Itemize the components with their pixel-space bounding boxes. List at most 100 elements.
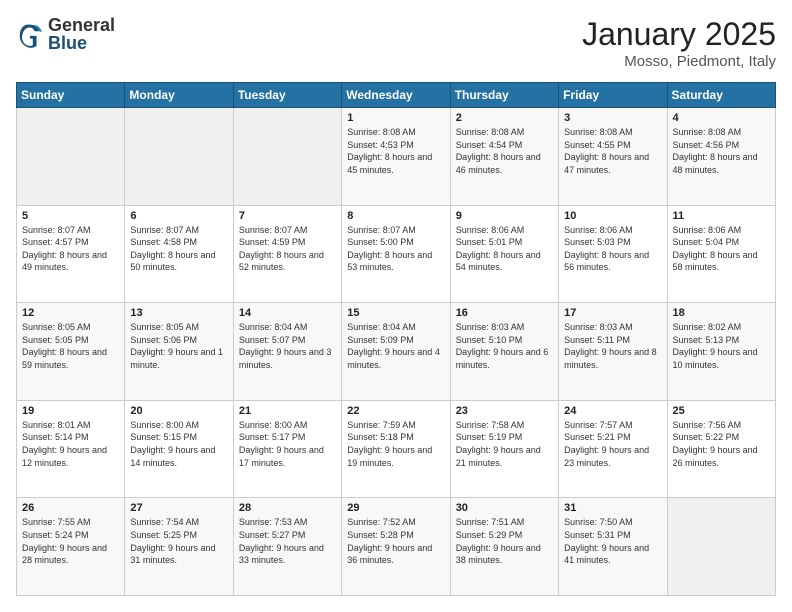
calendar-cell: 20 Sunrise: 8:00 AMSunset: 5:15 PMDayligh…	[125, 400, 233, 498]
day-info: Sunrise: 8:08 AMSunset: 4:56 PMDaylight:…	[673, 126, 770, 176]
logo-blue: Blue	[48, 34, 115, 52]
day-number: 19	[22, 405, 119, 417]
logo-icon	[16, 20, 44, 48]
day-info: Sunrise: 7:52 AMSunset: 5:28 PMDaylight:…	[347, 516, 444, 566]
calendar-cell: 13 Sunrise: 8:05 AMSunset: 5:06 PMDayligh…	[125, 303, 233, 401]
calendar-cell: 12 Sunrise: 8:05 AMSunset: 5:05 PMDayligh…	[17, 303, 125, 401]
calendar-cell: 16Sunrise: 8:03 AMSunset: 5:10 PMDayligh…	[450, 303, 558, 401]
calendar-week-row: 1 Sunrise: 8:08 AMSunset: 4:53 PMDaylight…	[17, 108, 776, 206]
day-info: Sunrise: 7:58 AMSunset: 5:19 PMDaylight:…	[456, 419, 553, 469]
day-info: Sunrise: 8:00 AMSunset: 5:15 PMDaylight:…	[130, 419, 227, 469]
calendar-cell: 23 Sunrise: 7:58 AMSunset: 5:19 PMDayligh…	[450, 400, 558, 498]
calendar-cell: 8 Sunrise: 8:07 AMSunset: 5:00 PMDaylight…	[342, 205, 450, 303]
weekday-header: Saturday	[667, 83, 775, 108]
logo: General Blue	[16, 16, 115, 52]
day-number: 26	[22, 502, 119, 514]
day-number: 12	[22, 307, 119, 319]
calendar-cell: 1 Sunrise: 8:08 AMSunset: 4:53 PMDaylight…	[342, 108, 450, 206]
calendar-cell: 17 Sunrise: 8:03 AMSunset: 5:11 PMDayligh…	[559, 303, 667, 401]
day-info: Sunrise: 8:04 AMSunset: 5:09 PMDaylight:…	[347, 321, 444, 371]
day-info: Sunrise: 8:07 AMSunset: 4:57 PMDaylight:…	[22, 224, 119, 274]
day-number: 30	[456, 502, 553, 514]
day-number: 18	[673, 307, 770, 319]
calendar: SundayMondayTuesdayWednesdayThursdayFrid…	[16, 82, 776, 596]
day-info: Sunrise: 8:06 AMSunset: 5:03 PMDaylight:…	[564, 224, 661, 274]
day-number: 1	[347, 112, 444, 124]
calendar-cell: 30Sunrise: 7:51 AMSunset: 5:29 PMDayligh…	[450, 498, 558, 596]
calendar-cell	[17, 108, 125, 206]
day-number: 10	[564, 210, 661, 222]
title-block: January 2025 Mosso, Piedmont, Italy	[582, 16, 776, 70]
calendar-cell: 18 Sunrise: 8:02 AMSunset: 5:13 PMDayligh…	[667, 303, 775, 401]
day-number: 20	[130, 405, 227, 417]
calendar-cell: 10 Sunrise: 8:06 AMSunset: 5:03 PMDayligh…	[559, 205, 667, 303]
calendar-cell: 4 Sunrise: 8:08 AMSunset: 4:56 PMDaylight…	[667, 108, 775, 206]
day-info: Sunrise: 8:03 AMSunset: 5:11 PMDaylight:…	[564, 321, 661, 371]
location: Mosso, Piedmont, Italy	[582, 53, 776, 70]
calendar-cell: 29 Sunrise: 7:52 AMSunset: 5:28 PMDayligh…	[342, 498, 450, 596]
day-info: Sunrise: 8:00 AMSunset: 5:17 PMDaylight:…	[239, 419, 336, 469]
day-number: 4	[673, 112, 770, 124]
day-number: 7	[239, 210, 336, 222]
day-info: Sunrise: 8:05 AMSunset: 5:06 PMDaylight:…	[130, 321, 227, 371]
day-number: 13	[130, 307, 227, 319]
calendar-cell: 25 Sunrise: 7:56 AMSunset: 5:22 PMDayligh…	[667, 400, 775, 498]
day-number: 11	[673, 210, 770, 222]
logo-text: General Blue	[48, 16, 115, 52]
day-number: 2	[456, 112, 553, 124]
calendar-cell: 31 Sunrise: 7:50 AMSunset: 5:31 PMDayligh…	[559, 498, 667, 596]
page: General Blue January 2025 Mosso, Piedmon…	[0, 0, 792, 612]
day-number: 28	[239, 502, 336, 514]
day-info: Sunrise: 8:02 AMSunset: 5:13 PMDaylight:…	[673, 321, 770, 371]
day-info: Sunrise: 7:54 AMSunset: 5:25 PMDaylight:…	[130, 516, 227, 566]
day-info: Sunrise: 7:50 AMSunset: 5:31 PMDaylight:…	[564, 516, 661, 566]
day-number: 17	[564, 307, 661, 319]
day-info: Sunrise: 7:55 AMSunset: 5:24 PMDaylight:…	[22, 516, 119, 566]
day-info: Sunrise: 8:08 AMSunset: 4:54 PMDaylight:…	[456, 126, 553, 176]
calendar-cell: 22 Sunrise: 7:59 AMSunset: 5:18 PMDayligh…	[342, 400, 450, 498]
day-info: Sunrise: 8:08 AMSunset: 4:53 PMDaylight:…	[347, 126, 444, 176]
day-number: 31	[564, 502, 661, 514]
day-number: 14	[239, 307, 336, 319]
day-info: Sunrise: 8:06 AMSunset: 5:01 PMDaylight:…	[456, 224, 553, 274]
calendar-cell: 15 Sunrise: 8:04 AMSunset: 5:09 PMDayligh…	[342, 303, 450, 401]
weekday-header: Monday	[125, 83, 233, 108]
calendar-cell	[233, 108, 341, 206]
day-info: Sunrise: 8:07 AMSunset: 4:58 PMDaylight:…	[130, 224, 227, 274]
month-title: January 2025	[582, 16, 776, 53]
day-number: 15	[347, 307, 444, 319]
calendar-week-row: 5Sunrise: 8:07 AMSunset: 4:57 PMDaylight…	[17, 205, 776, 303]
day-number: 8	[347, 210, 444, 222]
day-number: 29	[347, 502, 444, 514]
day-info: Sunrise: 7:57 AMSunset: 5:21 PMDaylight:…	[564, 419, 661, 469]
day-info: Sunrise: 8:07 AMSunset: 5:00 PMDaylight:…	[347, 224, 444, 274]
calendar-cell: 11 Sunrise: 8:06 AMSunset: 5:04 PMDayligh…	[667, 205, 775, 303]
day-number: 23	[456, 405, 553, 417]
day-info: Sunrise: 8:05 AMSunset: 5:05 PMDaylight:…	[22, 321, 119, 371]
calendar-cell: 27 Sunrise: 7:54 AMSunset: 5:25 PMDayligh…	[125, 498, 233, 596]
calendar-cell: 24Sunrise: 7:57 AMSunset: 5:21 PMDayligh…	[559, 400, 667, 498]
calendar-week-row: 12 Sunrise: 8:05 AMSunset: 5:05 PMDayligh…	[17, 303, 776, 401]
day-info: Sunrise: 7:59 AMSunset: 5:18 PMDaylight:…	[347, 419, 444, 469]
calendar-cell: 2 Sunrise: 8:08 AMSunset: 4:54 PMDaylight…	[450, 108, 558, 206]
logo-general: General	[48, 16, 115, 34]
day-info: Sunrise: 7:53 AMSunset: 5:27 PMDaylight:…	[239, 516, 336, 566]
day-info: Sunrise: 8:03 AMSunset: 5:10 PMDaylight:…	[456, 321, 553, 371]
weekday-header: Sunday	[17, 83, 125, 108]
weekday-header-row: SundayMondayTuesdayWednesdayThursdayFrid…	[17, 83, 776, 108]
day-number: 21	[239, 405, 336, 417]
day-info: Sunrise: 7:56 AMSunset: 5:22 PMDaylight:…	[673, 419, 770, 469]
day-info: Sunrise: 8:06 AMSunset: 5:04 PMDaylight:…	[673, 224, 770, 274]
day-number: 25	[673, 405, 770, 417]
calendar-cell: 28 Sunrise: 7:53 AMSunset: 5:27 PMDayligh…	[233, 498, 341, 596]
calendar-cell: 14Sunrise: 8:04 AMSunset: 5:07 PMDayligh…	[233, 303, 341, 401]
day-number: 6	[130, 210, 227, 222]
day-number: 22	[347, 405, 444, 417]
calendar-cell: 5Sunrise: 8:07 AMSunset: 4:57 PMDaylight…	[17, 205, 125, 303]
calendar-cell: 9Sunrise: 8:06 AMSunset: 5:01 PMDaylight…	[450, 205, 558, 303]
calendar-cell: 7Sunrise: 8:07 AMSunset: 4:59 PMDaylight…	[233, 205, 341, 303]
calendar-cell	[125, 108, 233, 206]
day-info: Sunrise: 8:08 AMSunset: 4:55 PMDaylight:…	[564, 126, 661, 176]
calendar-cell: 21 Sunrise: 8:00 AMSunset: 5:17 PMDayligh…	[233, 400, 341, 498]
day-number: 27	[130, 502, 227, 514]
